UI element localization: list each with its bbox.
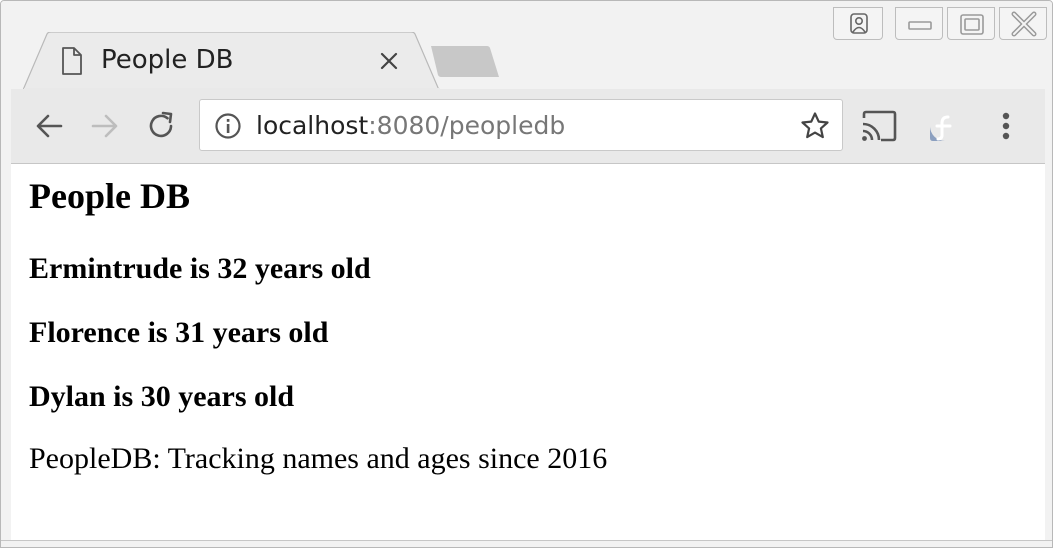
window-frame-bottom (1, 540, 1052, 547)
cast-button[interactable] (859, 108, 901, 144)
window-frame-right (1045, 89, 1052, 541)
info-icon[interactable] (214, 112, 242, 140)
window-frame-left (1, 89, 11, 541)
fedora-icon (930, 111, 960, 141)
back-button[interactable] (31, 108, 67, 144)
window-close-icon (1011, 11, 1037, 37)
browser-toolbar: localhost:8080/peopledb (11, 89, 1045, 164)
person-entry: Dylan is 30 years old (29, 380, 295, 413)
page-title: People DB (29, 176, 190, 216)
url-host: localhost (256, 111, 369, 140)
tab-strip: People DB (1, 1, 1052, 90)
document-icon (61, 47, 83, 75)
browser-window: People DB localhost:8080/peopledb People… (0, 0, 1053, 548)
close-icon[interactable] (377, 49, 401, 73)
star-icon[interactable] (800, 111, 830, 141)
person-icon (850, 13, 868, 34)
tab-people-db[interactable]: People DB (23, 32, 441, 90)
profile-button[interactable] (833, 7, 883, 40)
tab-title: People DB (101, 45, 234, 75)
window-close-button[interactable] (999, 7, 1047, 40)
back-arrow-icon (36, 114, 63, 138)
minimize-button[interactable] (895, 7, 943, 40)
person-entry: Ermintrude is 32 years old (29, 252, 371, 285)
forward-arrow-icon (91, 114, 118, 138)
forward-button[interactable] (87, 108, 123, 144)
fedora-extension-button[interactable] (925, 108, 965, 144)
person-entry: Florence is 31 years old (29, 316, 329, 349)
footer-text: PeopleDB: Tracking names and ages since … (29, 442, 608, 475)
cast-icon (862, 110, 897, 142)
url-text: localhost:8080/peopledb (256, 111, 565, 140)
minimize-icon (908, 21, 932, 30)
maximize-icon (960, 14, 984, 35)
reload-button[interactable] (143, 108, 179, 144)
url-path: :8080/peopledb (368, 111, 566, 140)
maximize-button[interactable] (947, 7, 995, 40)
kebab-menu-icon (1002, 112, 1010, 140)
address-bar[interactable]: localhost:8080/peopledb (199, 99, 843, 151)
new-tab-button[interactable] (429, 45, 501, 79)
menu-button[interactable] (991, 108, 1021, 144)
page-content: People DB Ermintrude is 32 years old Flo… (11, 164, 1045, 540)
reload-icon (149, 111, 173, 138)
